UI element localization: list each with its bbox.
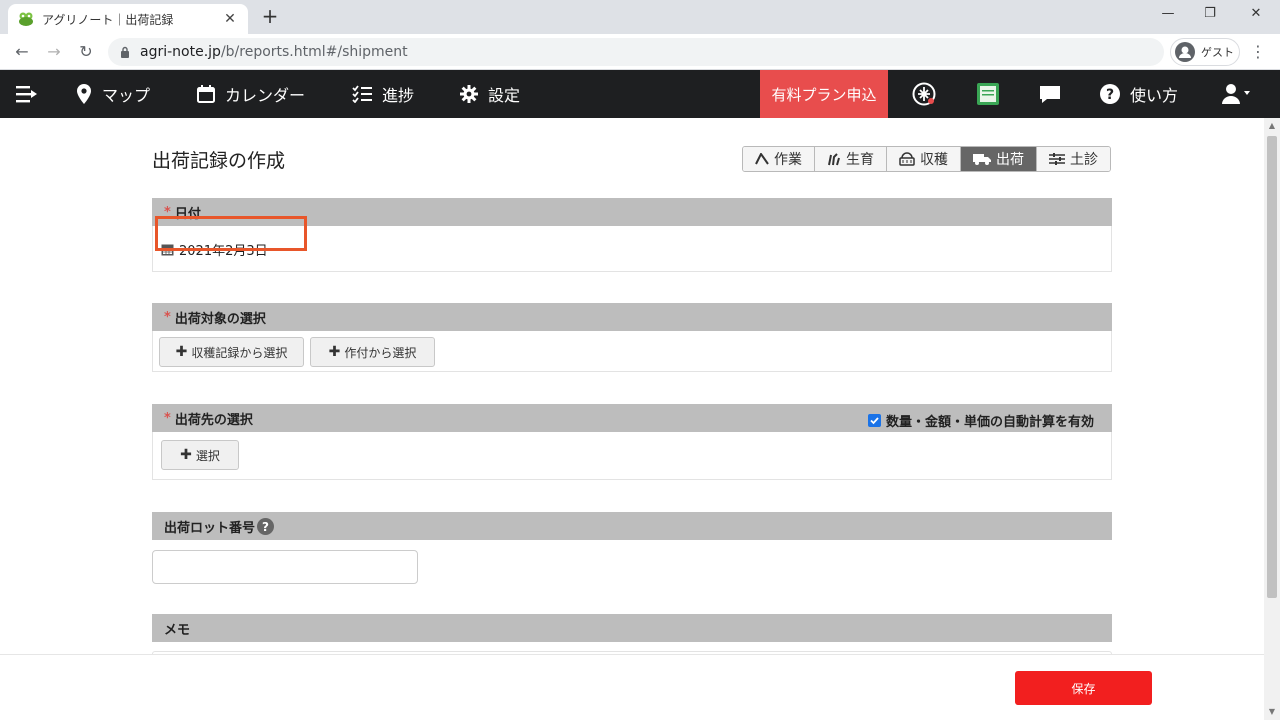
main-content: 出荷記録の作成 作業 生育 収穫 出荷 土診 * 日付 2021年2月3日 * … [0, 118, 1264, 720]
lot-number-input[interactable] [152, 550, 418, 584]
notification-chat-icon[interactable] [1038, 82, 1062, 106]
select-from-crop-label: 作付から選択 [344, 345, 417, 360]
plus-icon: ✚ [175, 344, 188, 360]
tab-work-label: 作業 [774, 152, 802, 168]
forward-icon[interactable]: → [42, 41, 66, 63]
page-scrollbar[interactable]: ▲ ▼ [1264, 118, 1280, 720]
profile-avatar-icon [1175, 42, 1195, 62]
calendar-icon [197, 85, 215, 103]
close-tab-icon[interactable]: ✕ [222, 11, 238, 27]
work-icon [755, 153, 769, 165]
scroll-up-icon[interactable]: ▲ [1264, 118, 1280, 134]
help-circle-icon: ? [1100, 84, 1120, 104]
back-icon[interactable]: ← [10, 41, 34, 63]
select-from-crop-button[interactable]: ✚ 作付から選択 [310, 337, 435, 367]
select-destination-button[interactable]: ✚ 選択 [161, 440, 239, 470]
tab-growth-label: 生育 [846, 152, 874, 168]
url-path: /b/reports.html#/shipment [220, 44, 408, 60]
auto-calc-toggle[interactable]: 数量・金額・単価の自動計算を有効 [867, 411, 1094, 430]
save-button[interactable]: 保存 [1015, 671, 1152, 705]
destination-section-header: * 出荷先の選択 数量・金額・単価の自動計算を有効 [152, 404, 1112, 432]
app-navbar: マップ カレンダー 進捗 設定 有料プラン申込 ? 使い方 [0, 70, 1280, 165]
page-title: 出荷記録の作成 [152, 150, 286, 172]
tab-harvest-label: 収穫 [920, 152, 948, 168]
tab-shipment-label: 出荷 [996, 152, 1024, 168]
menu-toggle-icon[interactable] [16, 84, 38, 104]
required-mark: * [164, 309, 171, 325]
select-from-harvest-button[interactable]: ✚ 収穫記録から選択 [159, 337, 304, 367]
new-tab-icon[interactable]: + [258, 6, 282, 28]
green-ledger-icon[interactable] [976, 82, 1000, 106]
browser-toolbar: ← → ↻ agri-note.jp/b/reports.html#/shipm… [0, 34, 1280, 70]
browser-tab[interactable]: アグリノート｜出荷記録 ✕ [8, 4, 248, 34]
tab-growth[interactable]: 生育 [815, 147, 887, 171]
lot-section-label: 出荷ロット番号 [164, 520, 256, 536]
select-destination-label: 選択 [195, 448, 220, 463]
user-menu-icon[interactable] [1222, 83, 1256, 105]
scroll-down-icon[interactable]: ▼ [1264, 704, 1280, 720]
plus-icon: ✚ [328, 344, 341, 360]
nav-settings-label: 設定 [488, 86, 521, 105]
tab-work[interactable]: 作業 [743, 147, 815, 171]
close-window-icon[interactable]: ✕ [1246, 6, 1266, 26]
rice-stamp-icon[interactable] [912, 82, 936, 106]
required-mark: * [164, 410, 171, 426]
url-host: agri-note.jp [140, 44, 221, 60]
address-bar[interactable]: agri-note.jp/b/reports.html#/shipment [108, 38, 1164, 66]
restore-icon[interactable]: ❐ [1200, 6, 1220, 26]
tab-harvest[interactable]: 収穫 [887, 147, 961, 171]
nav-help[interactable]: ? 使い方 [1100, 70, 1178, 118]
tab-soil-label: 土診 [1070, 152, 1098, 168]
browser-menu-icon[interactable]: ⋮ [1250, 42, 1266, 62]
nav-map-label: マップ [102, 86, 151, 105]
map-pin-icon [77, 84, 91, 104]
destination-section-label: 出荷先の選択 [174, 412, 253, 428]
target-section-header: * 出荷対象の選択 [152, 303, 1112, 331]
plus-icon: ✚ [180, 447, 192, 463]
minimize-icon[interactable]: — [1158, 6, 1178, 26]
auto-calc-label: 数量・金額・単価の自動計算を有効 [885, 415, 1094, 430]
nav-calendar[interactable]: カレンダー [197, 70, 305, 118]
nav-help-label: 使い方 [1130, 86, 1179, 105]
profile-button[interactable]: ゲスト [1170, 38, 1240, 66]
footer-bar: 保存 [0, 654, 1264, 720]
checkbox-checked-icon[interactable] [867, 414, 881, 427]
lot-section-header: 出荷ロット番号 ? [152, 512, 1112, 540]
destination-section-body [152, 432, 1112, 480]
checklist-icon [352, 85, 372, 103]
select-from-harvest-label: 収穫記録から選択 [191, 345, 288, 360]
truck-icon [973, 154, 991, 165]
harvest-basket-icon [899, 152, 915, 166]
profile-label: ゲスト [1201, 46, 1234, 59]
reload-icon[interactable]: ↻ [74, 41, 98, 63]
memo-section-label: メモ [164, 622, 191, 638]
agri-note-favicon-icon [19, 12, 33, 26]
nav-calendar-label: カレンダー [225, 86, 306, 105]
nav-progress-label: 進捗 [382, 86, 415, 105]
browser-tab-title: アグリノート｜出荷記録 [42, 12, 174, 27]
paid-plan-button[interactable]: 有料プラン申込 [760, 70, 888, 118]
url-text: agri-note.jp/b/reports.html#/shipment [140, 44, 408, 60]
nav-settings[interactable]: 設定 [460, 70, 520, 118]
gear-icon [460, 85, 478, 103]
nav-progress[interactable]: 進捗 [352, 70, 414, 118]
target-section-label: 出荷対象の選択 [174, 311, 266, 327]
record-type-tabs: 作業 生育 収穫 出荷 土診 [742, 146, 1111, 172]
scrollbar-thumb[interactable] [1267, 136, 1277, 598]
lock-icon [121, 46, 129, 58]
highlight-outline [155, 216, 307, 251]
sliders-icon [1049, 153, 1065, 165]
browser-tabstrip: アグリノート｜出荷記録 ✕ + — ❐ ✕ [0, 0, 1280, 34]
tab-soil[interactable]: 土診 [1037, 147, 1110, 171]
help-icon[interactable]: ? [257, 517, 275, 535]
nav-map[interactable]: マップ [76, 70, 150, 118]
svg-text:?: ? [262, 520, 269, 534]
growth-icon [828, 153, 840, 166]
svg-text:?: ? [1106, 87, 1114, 103]
tab-shipment[interactable]: 出荷 [961, 147, 1037, 171]
memo-section-header: メモ [152, 614, 1112, 642]
